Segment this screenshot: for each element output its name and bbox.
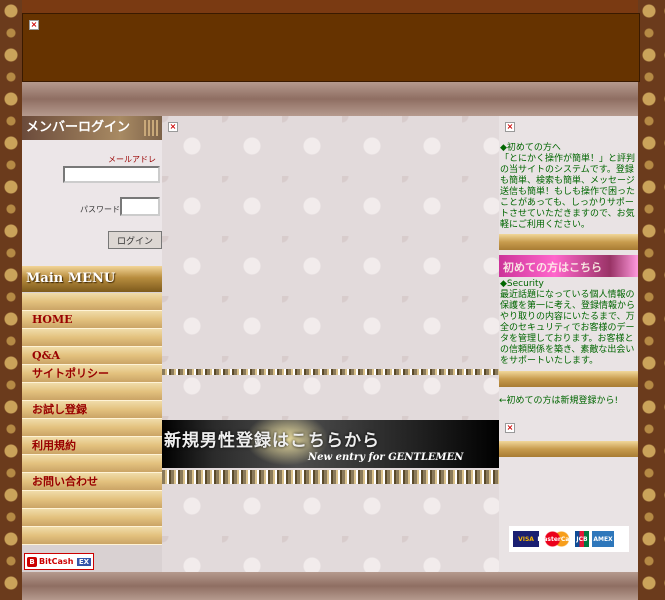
jcb-card-icon: JCB [575,531,589,547]
left-pattern-strip [0,0,22,600]
first-time-info: ◆初めての方へ 「とにかく操作が簡単！」と評判の当サイトのシステムです。登録も簡… [500,143,636,230]
menu-spacer [22,491,162,509]
broken-image-icon: × [29,20,39,30]
menu-spacer [22,527,162,545]
menu-spacer [22,383,162,401]
header-bar [22,82,638,116]
menu-item-qa[interactable]: Q&A [22,347,162,365]
menu-spacer [22,293,162,311]
menu-spacer [22,455,162,473]
password-label: パスワード [80,205,120,214]
payment-cards: VISA MasterCard JCB AMEX [509,526,629,552]
gold-separator [499,234,638,250]
menu-item-home[interactable]: HOME [22,311,162,329]
main-area: メンバーログイン メールアドレス パスワード ログイン Main MENU HO… [22,116,638,572]
decorative-strip [162,470,499,484]
password-field[interactable] [120,197,160,216]
gold-separator [499,371,638,387]
broken-image-icon: × [505,122,515,132]
new-register-link[interactable]: ←初めての方は新規登録から! [499,393,638,406]
main-menu-heading: Main MENU [22,266,162,292]
first-time-banner[interactable]: 初めての方はこちら [499,255,638,277]
right-column: × ◆初めての方へ 「とにかく操作が簡単！」と評判の当サイトのシステムです。登録… [499,116,638,572]
login-button[interactable]: ログイン [108,231,162,249]
left-column: メンバーログイン メールアドレス パスワード ログイン Main MENU HO… [22,116,162,572]
menu-spacer [22,509,162,527]
menu-spacer [22,329,162,347]
new-entry-subtitle: New entry for GENTLEMEN [308,452,464,463]
decorative-strip [162,369,499,375]
security-info: ◆Security 最近話題になっている個人情報の保護を第一に考え、登録情報から… [500,279,636,366]
bitcash-badge[interactable]: B BitCash EX [24,553,94,570]
header-banner: × [22,13,640,82]
menu-item-site-policy[interactable]: サイトポリシー [22,365,162,383]
center-content: × 新規男性登録はこちらから New entry for GENTLEMEN [162,116,499,572]
main-menu: HOME Q&A サイトポリシー お試し登録 利用規約 お問い合わせ [22,293,162,545]
email-field[interactable] [63,166,160,183]
broken-image-icon: × [168,122,178,132]
mastercard-icon: MasterCard [537,531,577,547]
broken-image-icon: × [505,423,515,433]
new-entry-title: 新規男性登録はこちらから [164,431,380,451]
gold-separator [499,441,638,457]
visa-card-icon: VISA [513,531,539,547]
amex-card-icon: AMEX [592,531,614,547]
menu-item-contact[interactable]: お問い合わせ [22,473,162,491]
login-heading: メンバーログイン [22,116,162,140]
bitcash-logo-icon: B [27,556,37,567]
new-entry-banner[interactable]: 新規男性登録はこちらから New entry for GENTLEMEN [162,420,499,468]
menu-spacer [22,419,162,437]
bitcash-label: BitCash [39,557,74,566]
bitcash-ex-label: EX [76,557,91,566]
menu-item-trial-register[interactable]: お試し登録 [22,401,162,419]
footer-bar [22,572,638,600]
menu-item-terms[interactable]: 利用規約 [22,437,162,455]
first-time-banner-text: 初めての方はこちら [503,261,602,274]
right-pattern-strip [638,0,665,600]
